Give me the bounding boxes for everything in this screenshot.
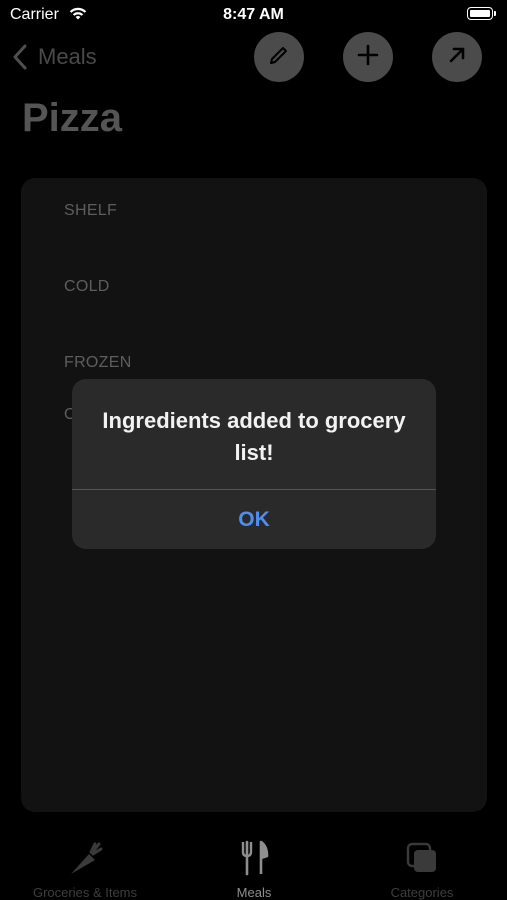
tab-bar: Groceries & Items Meals Categories [0, 826, 507, 900]
plus-icon [356, 43, 380, 72]
tab-label: Meals [236, 885, 272, 900]
clock: 8:47 AM [223, 6, 284, 23]
alert-dialog: Ingredients added to grocery list! OK [72, 379, 436, 549]
page-title: Pizza [22, 96, 123, 140]
edit-button[interactable] [254, 32, 304, 82]
status-bar: Carrier 8:47 AM [0, 0, 507, 32]
tab-meals[interactable]: Meals [219, 840, 289, 900]
back-label: Meals [38, 44, 97, 69]
alert-message: Ingredients added to grocery list! [102, 408, 406, 465]
share-button[interactable] [432, 32, 482, 82]
section-header-frozen: FROZEN [64, 354, 132, 371]
add-button[interactable] [343, 32, 393, 82]
section-header-cold: COLD [64, 278, 110, 295]
ok-button[interactable]: OK [72, 490, 436, 549]
tab-groceries-items[interactable]: Groceries & Items [22, 840, 148, 900]
pencil-icon [267, 43, 291, 72]
arrow-up-right-icon [445, 43, 469, 72]
tab-categories[interactable]: Categories [377, 840, 467, 900]
stacked-squares-icon [404, 840, 440, 881]
battery-icon [467, 7, 496, 20]
fork-knife-icon [239, 840, 269, 881]
tab-label: Groceries & Items [32, 885, 138, 900]
back-button[interactable]: Meals [12, 42, 97, 72]
carrot-icon [65, 840, 105, 881]
tab-label: Categories [390, 885, 454, 900]
chevron-left-icon [12, 44, 28, 70]
section-header-shelf: SHELF [64, 202, 118, 219]
